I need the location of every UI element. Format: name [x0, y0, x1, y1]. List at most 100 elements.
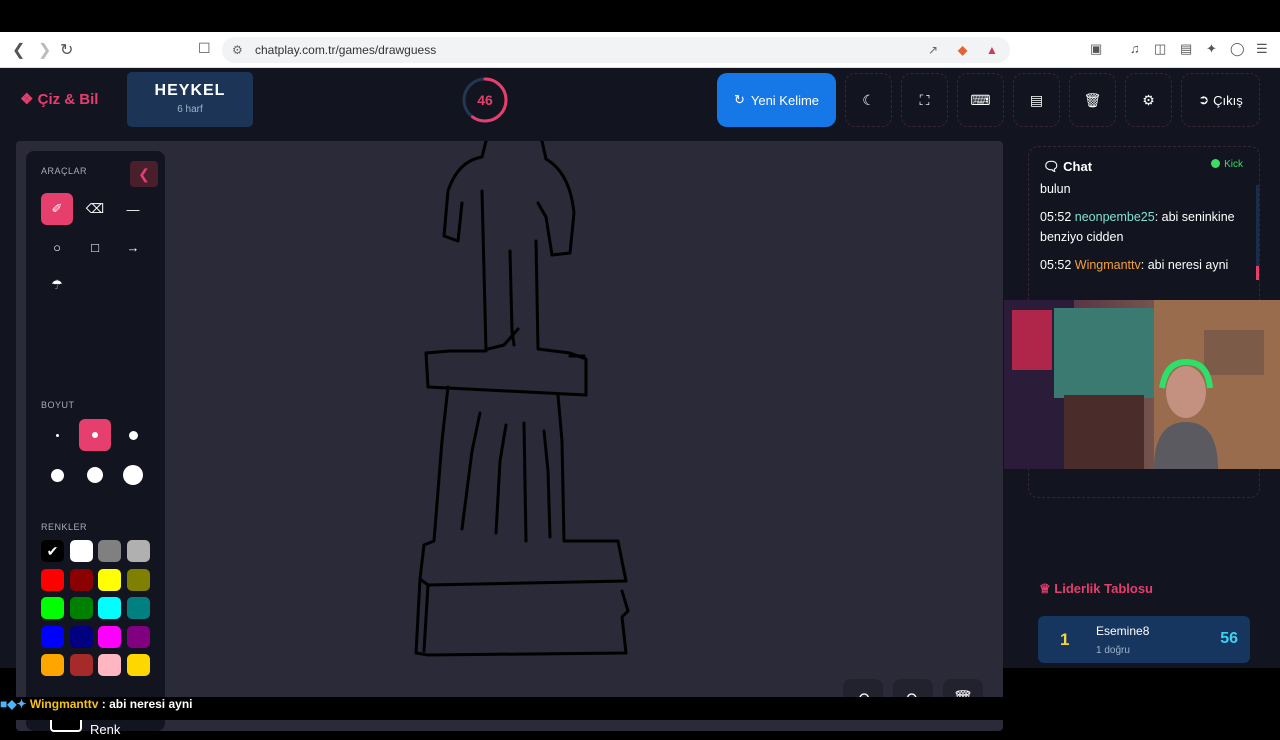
size-option-1[interactable]	[41, 419, 73, 451]
color-swatch[interactable]	[98, 597, 121, 619]
chat-ticker: ■◆✦ Wingmanttv : abi neresi ayni	[0, 697, 1280, 720]
chat-message: 05:52 Wingmanttv: abi neresi ayni	[1040, 255, 1250, 275]
color-swatch[interactable]	[69, 654, 93, 676]
extension-icon[interactable]: ▣	[1090, 41, 1102, 57]
size-option-4[interactable]	[41, 459, 73, 491]
share-icon[interactable]: ↗	[928, 43, 938, 57]
fullscreen-button[interactable]: ⛶	[901, 73, 948, 127]
leaderboard-title: ♕ Liderlik Tablosu	[1039, 581, 1153, 597]
crown-icon: ♕	[1039, 581, 1055, 596]
vpn-icon[interactable]: ◯	[1230, 41, 1245, 57]
color-swatch[interactable]	[41, 625, 64, 648]
settings-button[interactable]: ⚙	[1125, 73, 1172, 127]
chat-message: bulun	[1040, 179, 1250, 199]
arrow-right-icon: →	[126, 239, 140, 255]
site-info-icon[interactable]: ⚙	[232, 43, 243, 57]
url-text[interactable]: chatplay.com.tr/games/drawguess	[255, 43, 436, 57]
ticker-user: Wingmanttv	[29, 697, 99, 711]
brave-shield-icon[interactable]: ◆	[958, 43, 967, 57]
leaderboard-title-label: Liderlik Tablosu	[1054, 581, 1153, 596]
wallet-icon[interactable]: ▤	[1180, 41, 1192, 57]
color-swatch[interactable]	[69, 540, 93, 562]
leo-icon[interactable]: ✦	[1206, 41, 1217, 57]
archive-button[interactable]: ▤	[1013, 73, 1060, 127]
chevron-left-icon: ❮	[138, 166, 150, 182]
new-word-label: Yeni Kelime	[750, 92, 820, 108]
eraser-tool[interactable]: ⌫	[79, 193, 111, 225]
refresh-icon: ↻	[733, 92, 745, 107]
new-word-button[interactable]: ↻ Yeni Kelime	[717, 73, 836, 127]
tools-heading: ARAÇLAR	[41, 166, 88, 176]
color-swatch[interactable]	[69, 625, 93, 648]
message-user[interactable]: neonpembe25	[1075, 210, 1155, 224]
browser-toolbar: ❮ ❯ ↻ ☐ ⚙ chatplay.com.tr/games/drawgues…	[0, 32, 1280, 68]
message-text: bulun	[1040, 182, 1071, 196]
current-word: HEYKEL	[154, 82, 226, 99]
back-icon[interactable]: ❮	[12, 40, 25, 60]
trash-icon: 🗑	[1083, 91, 1102, 108]
kick-status-label: Kick	[1224, 159, 1243, 170]
eraser-icon: ⌫	[85, 201, 105, 216]
brush-tool[interactable]: ✐	[41, 193, 73, 225]
color-swatch[interactable]	[98, 540, 121, 562]
chat-messages: bulun 05:52 neonpembe25: abi seninkine b…	[1040, 179, 1250, 283]
color-swatch[interactable]	[126, 597, 150, 619]
fill-tool[interactable]: ☂	[41, 269, 73, 301]
color-swatch[interactable]	[98, 654, 121, 676]
color-swatch[interactable]	[69, 568, 93, 591]
dark-mode-button[interactable]: ☾	[845, 73, 892, 127]
keyboard-button[interactable]: ⌨	[957, 73, 1004, 127]
message-time: 05:52	[1040, 258, 1072, 272]
sidebar-icon[interactable]: ◫	[1154, 41, 1166, 57]
address-bar[interactable]: ⚙ chatplay.com.tr/games/drawguess ↗ ◆ ▲	[222, 37, 1010, 63]
color-swatch[interactable]	[41, 568, 64, 591]
size-option-3[interactable]	[117, 419, 149, 451]
timer: 46	[461, 76, 509, 124]
circle-tool[interactable]: ○	[41, 231, 73, 263]
color-swatch[interactable]	[98, 625, 121, 648]
app-logo[interactable]: ❖ Çiz & Bil	[20, 90, 98, 108]
chat-scrollbar[interactable]	[1256, 185, 1259, 280]
forward-icon[interactable]: ❯	[38, 40, 51, 60]
bookmark-icon[interactable]: ☐	[198, 40, 211, 57]
logout-icon: ➲	[1198, 92, 1210, 107]
line-icon: —	[126, 201, 140, 217]
music-icon[interactable]: ♫	[1130, 41, 1140, 56]
arrow-tool[interactable]: →	[117, 231, 149, 263]
gear-icon: ⚙	[1142, 91, 1155, 108]
color-swatch[interactable]	[126, 625, 150, 648]
message-user[interactable]: Wingmanttv	[1075, 258, 1141, 272]
entry-name: Esemine8	[1096, 624, 1150, 638]
brave-rewards-icon[interactable]: ▲	[986, 43, 998, 57]
line-tool[interactable]: —	[117, 193, 149, 225]
chat-icon: 🗨	[1043, 159, 1060, 174]
entry-rank: 1	[1060, 630, 1070, 649]
ticker-text: : abi neresi ayni	[101, 697, 193, 711]
moon-icon: ☾	[862, 91, 875, 108]
ticker-badges-icon: ■◆✦	[0, 697, 27, 711]
size-option-2[interactable]	[79, 419, 111, 451]
drawing-canvas[interactable]: ↶ ↷ 🗑	[166, 139, 1003, 731]
color-swatch[interactable]	[69, 597, 93, 619]
menu-icon[interactable]: ☰	[1256, 41, 1268, 57]
color-swatch[interactable]	[41, 654, 64, 676]
color-swatch[interactable]	[41, 597, 64, 619]
collapse-panel-button[interactable]: ❮	[130, 161, 158, 187]
exit-button[interactable]: ➲ Çıkış	[1181, 73, 1260, 127]
color-swatch[interactable]: ✔	[41, 540, 64, 562]
size-option-6[interactable]	[117, 459, 149, 491]
message-time: 05:52	[1040, 210, 1072, 224]
color-swatch[interactable]	[126, 654, 150, 676]
color-swatch[interactable]	[126, 568, 150, 591]
archive-icon: ▤	[1029, 91, 1044, 108]
square-icon: □	[91, 239, 99, 255]
clear-button[interactable]: 🗑	[1069, 73, 1116, 127]
color-swatch[interactable]	[126, 540, 150, 562]
colors-heading: RENKLER	[41, 522, 88, 532]
color-swatch[interactable]	[98, 568, 121, 591]
size-option-5[interactable]	[79, 459, 111, 491]
reload-icon[interactable]: ↻	[60, 40, 73, 60]
rectangle-tool[interactable]: □	[79, 231, 111, 263]
brush-icon: ✐	[51, 201, 63, 216]
statue-sketch	[414, 139, 630, 657]
